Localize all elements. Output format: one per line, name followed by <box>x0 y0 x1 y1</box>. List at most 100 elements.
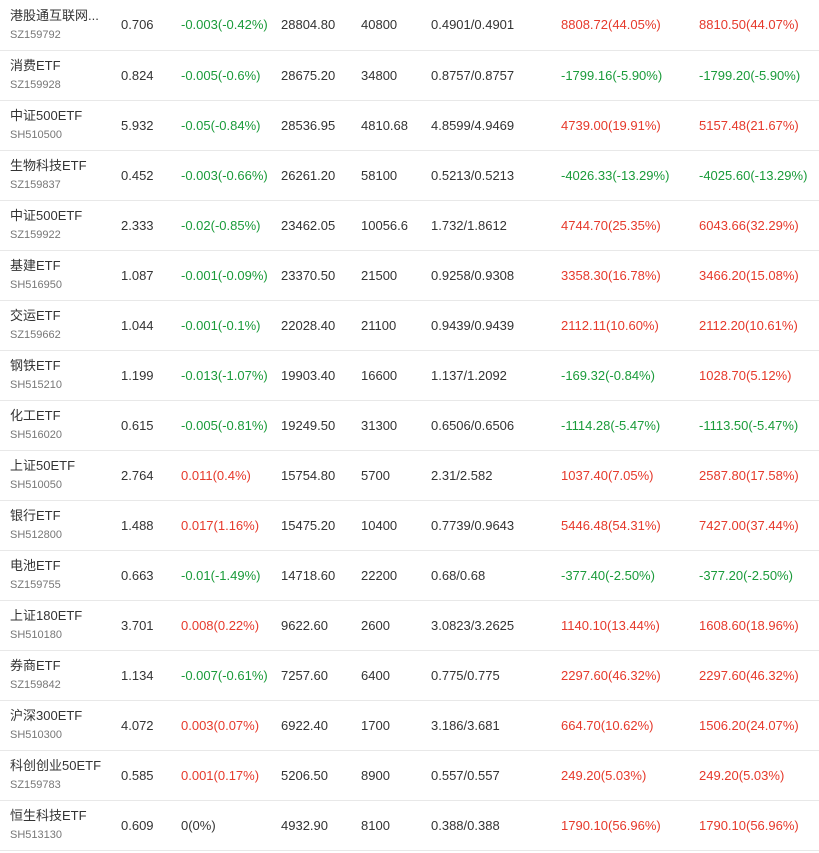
table-row[interactable]: 基建ETF SH516950 1.087 -0.001(-0.09%) 23370.50… <box>0 250 819 300</box>
change-cell: -0.001(-0.1%) <box>181 317 261 333</box>
range-cell: 0.557/0.557 <box>431 767 500 783</box>
table-row[interactable]: 上证50ETF SH510050 2.764 0.011(0.4%) 15754.80 5… <box>0 450 819 500</box>
fund-name[interactable]: 化工ETF <box>10 407 121 425</box>
profit-total-cell: 249.20(5.03%) <box>699 767 785 783</box>
amount-cell: 9622.60 <box>281 617 328 633</box>
range-cell: 0.7739/0.9643 <box>431 517 515 533</box>
table-row[interactable]: 沪深300ETF SH510300 4.072 0.003(0.07%) 6922.40… <box>0 700 819 750</box>
amount-cell: 15754.80 <box>281 467 336 483</box>
amount-cell: 28675.20 <box>281 67 336 83</box>
fund-name[interactable]: 钢铁ETF <box>10 357 121 375</box>
fund-name[interactable]: 基建ETF <box>10 257 121 275</box>
fund-name-cell[interactable]: 券商ETF SZ159842 <box>0 650 121 700</box>
change-cell: 0.011(0.4%) <box>181 467 251 483</box>
profit-cell: 3358.30(16.78%) <box>561 267 661 283</box>
range-cell: 0.5213/0.5213 <box>431 167 515 183</box>
profit-total-cell: 1028.70(5.12%) <box>699 367 792 383</box>
fund-name-cell[interactable]: 上证50ETF SH510050 <box>0 450 121 500</box>
table-row[interactable]: 恒生科技ETF SH513130 0.609 0(0%) 4932.90 8100 0.38… <box>0 800 819 850</box>
table-row[interactable]: 科创创业50ETF SZ159783 0.585 0.001(0.17%) 5206.5… <box>0 750 819 800</box>
fund-name-cell[interactable]: 消费ETF SZ159928 <box>0 50 121 100</box>
fund-name[interactable]: 恒生科技ETF <box>10 807 121 825</box>
table-row[interactable]: 中证500ETF SZ159922 2.333 -0.02(-0.85%) 23462.… <box>0 200 819 250</box>
fund-name-cell[interactable]: 中证500ETF SZ159922 <box>0 200 121 250</box>
fund-name[interactable]: 电池ETF <box>10 557 121 575</box>
table-row[interactable]: 交运ETF SZ159662 1.044 -0.001(-0.1%) 22028.40 2… <box>0 300 819 350</box>
fund-name[interactable]: 消费ETF <box>10 57 121 75</box>
profit-total-cell: 5157.48(21.67%) <box>699 117 799 133</box>
fund-name-cell[interactable]: 生物科技ETF SZ159837 <box>0 150 121 200</box>
price-cell: 0.585 <box>121 767 154 783</box>
fund-code: SH515210 <box>10 379 62 391</box>
fund-name[interactable]: 生物科技ETF <box>10 157 121 175</box>
fund-name-cell[interactable]: 化工ETF SH516020 <box>0 400 121 450</box>
table-row[interactable]: 中证500ETF SH510500 5.932 -0.05(-0.84%) 28536.… <box>0 100 819 150</box>
fund-name[interactable]: 上证50ETF <box>10 457 121 475</box>
fund-name[interactable]: 银行ETF <box>10 507 121 525</box>
range-cell: 3.0823/3.2625 <box>431 617 515 633</box>
profit-cell: 1790.10(56.96%) <box>561 817 661 833</box>
change-cell: -0.01(-1.49%) <box>181 567 261 583</box>
table-row[interactable]: 生物科技ETF SZ159837 0.452 -0.003(-0.66%) 26261.… <box>0 150 819 200</box>
fund-name-cell[interactable]: 电池ETF SZ159755 <box>0 550 121 600</box>
volume-cell: 8900 <box>361 767 390 783</box>
change-cell: -0.013(-1.07%) <box>181 367 268 383</box>
table-row[interactable]: 港股通互联网... SZ159792 0.706 -0.003(-0.42%) 2880… <box>0 0 819 50</box>
fund-name[interactable]: 交运ETF <box>10 307 121 325</box>
fund-name[interactable]: 沪深300ETF <box>10 707 121 725</box>
fund-name-cell[interactable]: 银行ETF SH512800 <box>0 500 121 550</box>
price-cell: 0.615 <box>121 417 154 433</box>
change-cell: -0.007(-0.61%) <box>181 667 268 683</box>
range-cell: 0.9439/0.9439 <box>431 317 515 333</box>
fund-name[interactable]: 科创创业50ETF <box>10 757 121 775</box>
fund-code: SH516950 <box>10 279 62 291</box>
etf-table: 港股通互联网... SZ159792 0.706 -0.003(-0.42%) 2880… <box>0 0 819 851</box>
fund-name-cell[interactable]: 科创创业50ETF SZ159783 <box>0 750 121 800</box>
fund-name-cell[interactable]: 港股通互联网... SZ159792 <box>0 0 121 50</box>
fund-code: SH510300 <box>10 729 62 741</box>
price-cell: 1.087 <box>121 267 154 283</box>
fund-name[interactable]: 港股通互联网... <box>10 7 121 25</box>
volume-cell: 10400 <box>361 517 398 533</box>
table-row[interactable]: 化工ETF SH516020 0.615 -0.005(-0.81%) 19249.50… <box>0 400 819 450</box>
profit-cell: -1114.28(-5.47%) <box>561 417 661 433</box>
change-cell: 0.001(0.17%) <box>181 767 260 783</box>
fund-code: SZ159837 <box>10 179 61 191</box>
table-row[interactable]: 银行ETF SH512800 1.488 0.017(1.16%) 15475.20 10… <box>0 500 819 550</box>
range-cell: 0.6506/0.6506 <box>431 417 515 433</box>
range-cell: 0.68/0.68 <box>431 567 486 583</box>
fund-name[interactable]: 中证500ETF <box>10 207 121 225</box>
fund-name-cell[interactable]: 上证180ETF SH510180 <box>0 600 121 650</box>
volume-cell: 34800 <box>361 67 398 83</box>
fund-code: SH512800 <box>10 529 62 541</box>
table-row[interactable]: 券商ETF SZ159842 1.134 -0.007(-0.61%) 7257.60 6… <box>0 650 819 700</box>
table-row[interactable]: 上证180ETF SH510180 3.701 0.008(0.22%) 9622.60… <box>0 600 819 650</box>
volume-cell: 6400 <box>361 667 390 683</box>
fund-name-cell[interactable]: 交运ETF SZ159662 <box>0 300 121 350</box>
fund-name[interactable]: 券商ETF <box>10 657 121 675</box>
fund-code: SZ159662 <box>10 329 61 341</box>
volume-cell: 8100 <box>361 817 390 833</box>
profit-total-cell: 8810.50(44.07%) <box>699 17 799 33</box>
change-cell: -0.005(-0.6%) <box>181 67 261 83</box>
price-cell: 0.452 <box>121 167 154 183</box>
table-row[interactable]: 钢铁ETF SH515210 1.199 -0.013(-1.07%) 19903.40… <box>0 350 819 400</box>
price-cell: 0.663 <box>121 567 154 583</box>
fund-name-cell[interactable]: 钢铁ETF SH515210 <box>0 350 121 400</box>
table-row[interactable]: 消费ETF SZ159928 0.824 -0.005(-0.6%) 28675.20 3… <box>0 50 819 100</box>
fund-code: SH513130 <box>10 829 62 841</box>
price-cell: 2.764 <box>121 467 154 483</box>
fund-name-cell[interactable]: 沪深300ETF SH510300 <box>0 700 121 750</box>
fund-name[interactable]: 中证500ETF <box>10 107 121 125</box>
fund-name[interactable]: 上证180ETF <box>10 607 121 625</box>
fund-name-cell[interactable]: 恒生科技ETF SH513130 <box>0 800 121 850</box>
change-cell: -0.003(-0.42%) <box>181 17 268 33</box>
change-cell: 0.003(0.07%) <box>181 717 260 733</box>
table-row[interactable]: 电池ETF SZ159755 0.663 -0.01(-1.49%) 14718.60 2… <box>0 550 819 600</box>
amount-cell: 7257.60 <box>281 667 328 683</box>
profit-cell: 664.70(10.62%) <box>561 717 654 733</box>
fund-name-cell[interactable]: 中证500ETF SH510500 <box>0 100 121 150</box>
fund-name-cell[interactable]: 基建ETF SH516950 <box>0 250 121 300</box>
fund-code: SH510050 <box>10 479 62 491</box>
volume-cell: 10056.6 <box>361 217 408 233</box>
